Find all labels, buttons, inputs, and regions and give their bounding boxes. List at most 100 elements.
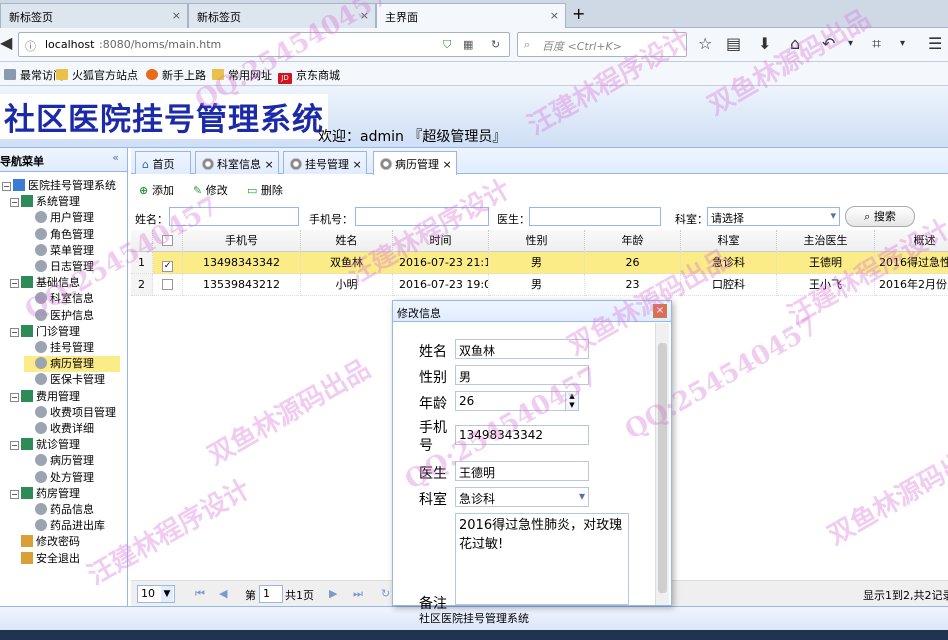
sidebar-item[interactable]: 医护信息 bbox=[24, 308, 94, 324]
select-all-header[interactable] bbox=[153, 230, 183, 252]
sidebar-item[interactable]: 科室信息 bbox=[24, 291, 94, 307]
sidebar-item[interactable]: 收费详细 bbox=[24, 421, 94, 437]
close-icon[interactable]: × bbox=[353, 158, 362, 171]
crop-icon[interactable]: ⌗ bbox=[872, 34, 881, 54]
phone-field[interactable]: 13498343342 bbox=[455, 425, 589, 445]
sidebar-item[interactable]: 药品信息 bbox=[24, 502, 94, 518]
column-header[interactable]: 主治医生 bbox=[777, 230, 875, 252]
delete-button[interactable]: ▭ 删除 bbox=[247, 182, 283, 198]
sidebar-item[interactable]: − 基础信息 bbox=[10, 275, 80, 291]
new-tab-button[interactable]: + bbox=[572, 4, 585, 23]
next-page-icon[interactable]: ▶ bbox=[329, 587, 337, 600]
doctor-filter-input[interactable] bbox=[529, 207, 661, 226]
bookmark-jd[interactable]: JD 京东商城 bbox=[278, 67, 340, 84]
url-bar[interactable]: ⓘ localhost :8080/homs/main.htm ⛉ ▦ ↻ bbox=[18, 32, 510, 57]
edit-button[interactable]: ✎ 修改 bbox=[193, 182, 228, 198]
sidebar-item[interactable]: 角色管理 bbox=[24, 227, 94, 243]
row-select-cell[interactable] bbox=[153, 274, 183, 296]
sidebar-item[interactable]: 挂号管理 bbox=[24, 340, 94, 356]
chevron-down-icon[interactable]: ▾ bbox=[900, 38, 905, 49]
age-stepper[interactable]: 26 bbox=[455, 391, 579, 411]
sidebar-item[interactable]: 安全退出 bbox=[10, 551, 80, 567]
refresh-icon[interactable]: ↻ bbox=[381, 587, 390, 600]
expand-toggle-icon[interactable]: − bbox=[10, 198, 19, 208]
sidebar-item[interactable]: 日志管理 bbox=[24, 259, 94, 275]
stepper-arrows-icon[interactable]: ▲ ▼ bbox=[565, 392, 578, 410]
browser-tab-3[interactable]: 主界面 × bbox=[376, 3, 566, 29]
tab-registration[interactable]: 挂号管理 × bbox=[283, 151, 367, 174]
star-icon[interactable]: ☆ bbox=[698, 34, 712, 53]
tab-home[interactable]: ⌂ 首页 bbox=[135, 151, 191, 174]
expand-toggle-icon[interactable]: − bbox=[10, 489, 19, 499]
expand-toggle-icon[interactable]: − bbox=[2, 182, 11, 191]
expand-toggle-icon[interactable]: − bbox=[10, 279, 19, 289]
sidebar-item[interactable]: 菜单管理 bbox=[24, 243, 94, 259]
department-select[interactable]: 急诊科 ▾ bbox=[455, 487, 589, 507]
sidebar-item[interactable]: 药品进出库 bbox=[24, 518, 105, 534]
browser-tab-1[interactable]: 新标签页 × bbox=[0, 3, 188, 28]
column-header[interactable]: 科室 bbox=[681, 230, 777, 252]
sidebar-item[interactable]: 病历管理 bbox=[24, 356, 120, 373]
sidebar-item[interactable]: 处方管理 bbox=[24, 470, 94, 486]
column-header[interactable]: 年龄 bbox=[585, 230, 681, 252]
qr-icon[interactable]: ▦ bbox=[463, 38, 473, 51]
menu-icon[interactable]: ☰ bbox=[928, 34, 942, 53]
add-button[interactable]: ⊕ 添加 bbox=[139, 182, 174, 198]
column-header[interactable]: 概述 bbox=[875, 230, 948, 252]
sidebar-item[interactable]: − 就诊管理 bbox=[10, 437, 80, 453]
expand-toggle-icon[interactable]: − bbox=[10, 327, 19, 337]
bookmark-getting-started[interactable]: 新手上路 bbox=[146, 67, 206, 83]
row-checkbox[interactable] bbox=[162, 279, 173, 290]
page-size-select[interactable]: 10 ▼ bbox=[137, 585, 175, 603]
browser-tab-2[interactable]: 新标签页 × bbox=[188, 3, 376, 28]
gender-field[interactable]: 男 bbox=[455, 365, 589, 385]
bookmark-common-sites[interactable]: 常用网址 bbox=[212, 67, 272, 83]
dialog-close-button[interactable]: × bbox=[653, 304, 667, 318]
close-icon[interactable]: × bbox=[443, 158, 452, 171]
sidebar-item[interactable]: − 费用管理 bbox=[10, 389, 80, 405]
table-row[interactable]: 2 13539843212 小明 2016-07-23 19:02 男 23 口腔科 王小飞 2… bbox=[131, 274, 948, 296]
last-page-icon[interactable]: ⏭ bbox=[353, 587, 363, 601]
sidebar-item[interactable]: 病历管理 bbox=[24, 453, 94, 469]
sidebar-item[interactable]: 修改密码 bbox=[10, 534, 80, 550]
shield-icon[interactable]: ⛉ bbox=[443, 38, 451, 52]
chevron-down-icon[interactable]: ▾ bbox=[848, 38, 853, 49]
search-button[interactable]: ⌕ 搜索 bbox=[845, 206, 915, 227]
sidebar-item[interactable]: − 门诊管理 bbox=[10, 324, 80, 340]
collapse-icon[interactable]: « bbox=[112, 151, 119, 164]
dept-filter-select[interactable]: 请选择 ▾ bbox=[707, 207, 840, 226]
prev-page-icon[interactable]: ◀ bbox=[219, 587, 227, 600]
column-header[interactable]: 性别 bbox=[489, 230, 585, 252]
sidebar-item[interactable]: 用户管理 bbox=[24, 210, 94, 226]
close-icon[interactable]: × bbox=[360, 9, 369, 22]
bookmark-firefox-site[interactable]: 火狐官方站点 bbox=[56, 67, 138, 83]
sidebar-item[interactable]: − 医院挂号管理系统 bbox=[2, 178, 116, 194]
reload-icon[interactable]: ↻ bbox=[491, 38, 500, 51]
expand-toggle-icon[interactable]: − bbox=[10, 441, 19, 451]
name-filter-input[interactable] bbox=[169, 207, 299, 226]
download-icon[interactable]: ⬇ bbox=[758, 34, 771, 53]
close-icon[interactable]: × bbox=[550, 9, 559, 22]
close-icon[interactable]: × bbox=[265, 158, 274, 171]
reader-icon[interactable]: ▤ bbox=[726, 34, 741, 53]
search-box[interactable]: ⌕ 百度 <Ctrl+K> bbox=[517, 32, 687, 57]
column-header[interactable]: 姓名 bbox=[301, 230, 393, 252]
tab-department-info[interactable]: 科室信息 × bbox=[195, 151, 279, 174]
sidebar-item[interactable]: 医保卡管理 bbox=[24, 372, 105, 388]
tab-medical-records[interactable]: 病历管理 × bbox=[373, 151, 457, 175]
column-header[interactable]: 手机号 bbox=[183, 230, 301, 252]
sidebar-item[interactable]: 收费项目管理 bbox=[24, 405, 116, 421]
back-icon[interactable]: ◀ bbox=[0, 33, 12, 52]
sidebar-item[interactable]: − 系统管理 bbox=[10, 194, 80, 210]
scroll-thumb[interactable] bbox=[658, 343, 667, 593]
doctor-field[interactable]: 王德明 bbox=[455, 461, 589, 481]
sidebar-item[interactable]: − 药房管理 bbox=[10, 486, 80, 502]
expand-toggle-icon[interactable]: − bbox=[10, 392, 19, 402]
undo-icon[interactable]: ↶ bbox=[822, 34, 835, 53]
row-checkbox[interactable]: ✓ bbox=[162, 261, 173, 272]
column-header[interactable]: 时间 bbox=[393, 230, 489, 252]
bookmark-most-visited[interactable]: 最常访问 bbox=[4, 67, 64, 83]
page-number-input[interactable]: 1 bbox=[259, 585, 283, 603]
phone-filter-input[interactable] bbox=[355, 207, 489, 226]
home-icon[interactable]: ⌂ bbox=[790, 34, 800, 53]
